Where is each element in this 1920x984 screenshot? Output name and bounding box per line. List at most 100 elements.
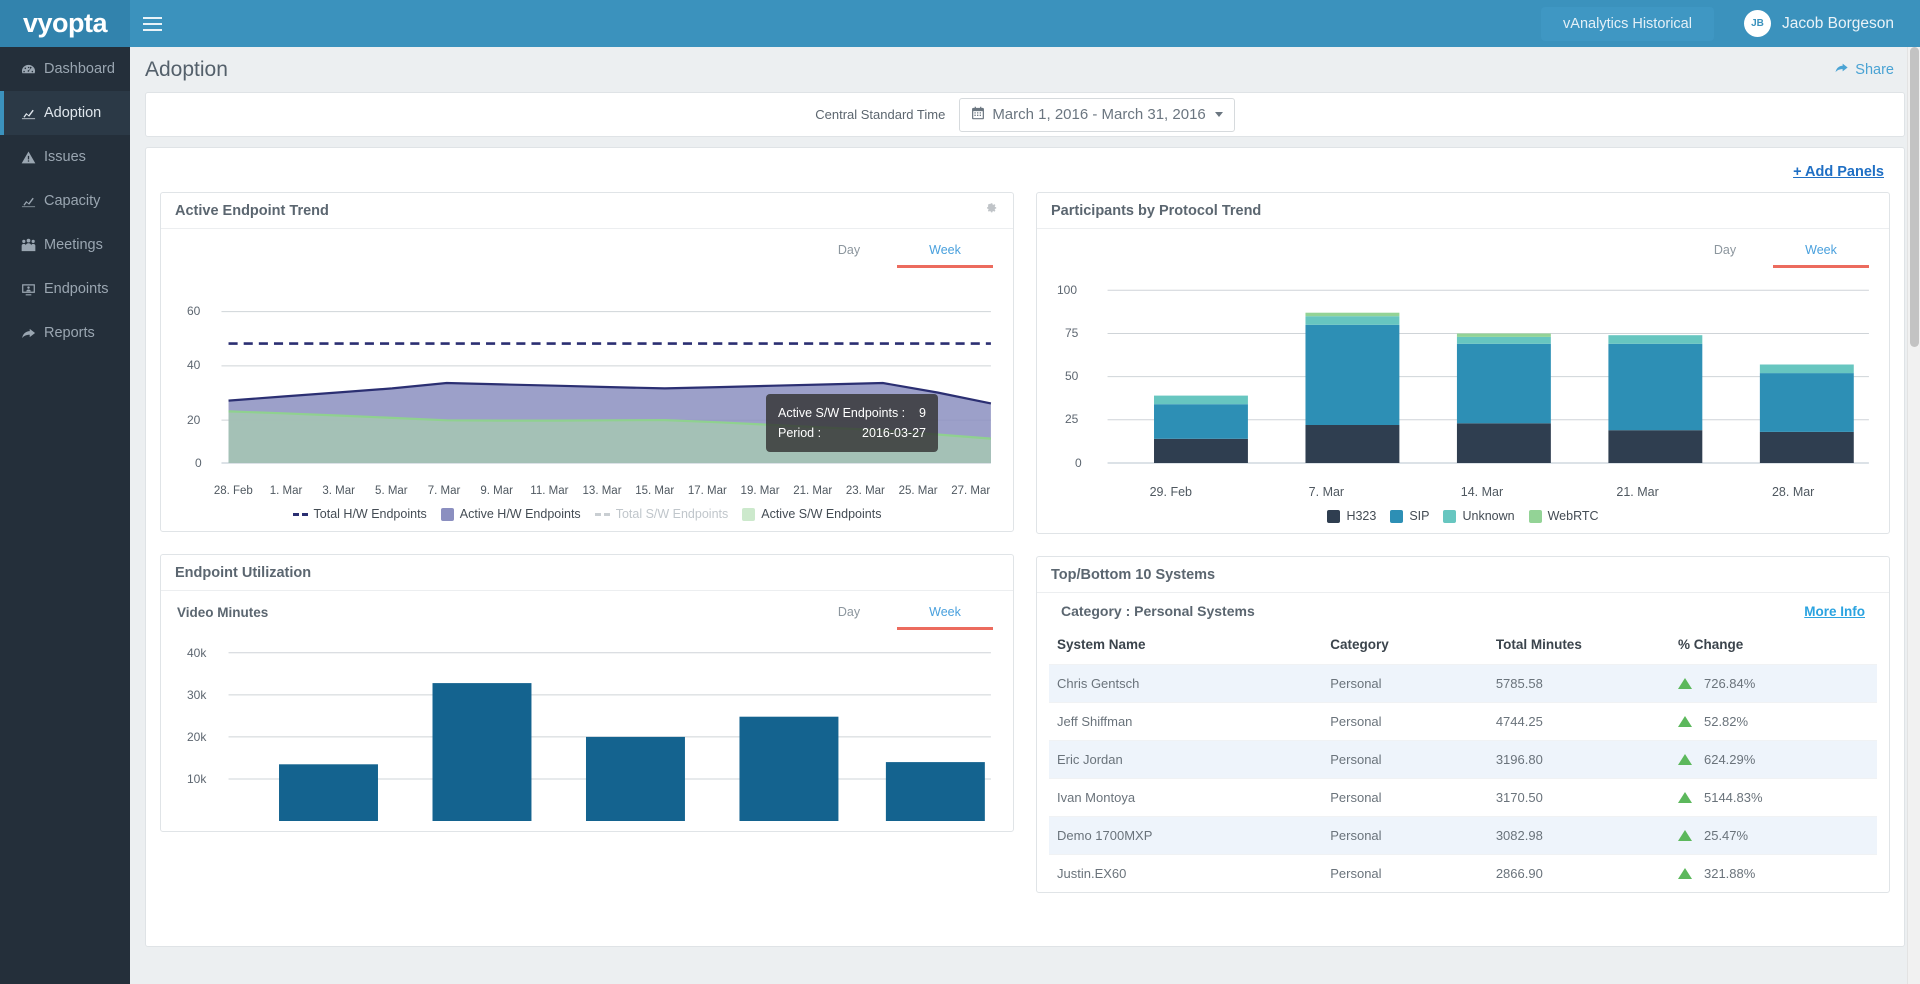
table-header-row: System Name Category Total Minutes % Cha… (1049, 633, 1877, 665)
table-row[interactable]: Chris Gentsch Personal 5785.58 726.84% (1049, 664, 1877, 703)
dashed-line-swatch (292, 512, 308, 516)
table-row[interactable]: Demo 1700MXP Personal 3082.98 25.47% (1049, 816, 1877, 855)
pct-change-value: 624.29% (1703, 752, 1756, 767)
cell-total-minutes: 4744.25 (1487, 702, 1670, 741)
vanalytics-historical-button[interactable]: vAnalytics Historical (1541, 6, 1714, 41)
user-menu[interactable]: JB Jacob Borgeson (1743, 10, 1894, 37)
legend-item-webrtc[interactable]: WebRTC (1528, 509, 1599, 523)
panel-body: Day Week (161, 229, 1013, 531)
pct-change-value: 5144.83% (1703, 790, 1763, 805)
bar (432, 683, 532, 821)
app-shell: Dashboard Adoption Issues Capacity Meeti… (0, 47, 1920, 984)
bar-segment-sip (1154, 404, 1248, 439)
x-tick-label: 14. Mar (1460, 485, 1504, 499)
x-tick-label: 5. Mar (375, 485, 408, 497)
bar-segment-unknown (1456, 336, 1551, 344)
y-tick-label: 20 (187, 413, 201, 427)
panel-body: Video Minutes Day Week 40k 30k 20k 10k (161, 591, 1013, 831)
y-tick-label: 50 (1065, 369, 1079, 383)
bar-segment-h323 (1759, 431, 1854, 463)
bar-segment-unknown (1759, 364, 1854, 374)
legend-item-sip[interactable]: SIP (1390, 509, 1429, 523)
x-tick-label: 21. Mar (793, 485, 833, 497)
gear-icon[interactable] (984, 201, 999, 221)
brand-logo[interactable]: vyopta (0, 0, 130, 47)
chart-svg (221, 311, 992, 464)
legend-item-unknown[interactable]: Unknown (1443, 509, 1515, 523)
y-tick-label: 0 (195, 456, 202, 470)
bar-segment-h323 (1305, 425, 1400, 463)
dashed-line-swatch (594, 512, 610, 516)
monitor-icon (20, 281, 36, 297)
sidebar-item-label: Dashboard (44, 61, 115, 77)
chart-active-endpoint-trend: 60 40 20 0 (173, 268, 1001, 483)
tab-week[interactable]: Week (1773, 237, 1869, 268)
panel-body: Category : Personal Systems More Info Sy… (1037, 593, 1889, 892)
date-range-picker[interactable]: March 1, 2016 - March 31, 2016 (959, 97, 1235, 132)
sidebar-item-capacity[interactable]: Capacity (0, 179, 130, 223)
sidebar-item-endpoints[interactable]: Endpoints (0, 267, 130, 311)
x-tick-label: 1. Mar (269, 485, 303, 497)
bar-segment-h323 (1154, 438, 1248, 463)
color-swatch (1528, 509, 1542, 523)
column-header-pct-change[interactable]: % Change (1670, 633, 1877, 665)
table-row[interactable]: Jeff Shiffman Personal 4744.25 52.82% (1049, 702, 1877, 741)
legend-label: Total S/W Endpoints (615, 507, 729, 521)
legend-item-total-hw[interactable]: Total H/W Endpoints (292, 507, 427, 521)
column-header-total-minutes[interactable]: Total Minutes (1488, 633, 1670, 665)
tab-day[interactable]: Day (1677, 237, 1773, 268)
sidebar-item-adoption[interactable]: Adoption (0, 91, 130, 135)
legend-label: H323 (1346, 509, 1377, 523)
top-bar: vyopta vAnalytics Historical JB Jacob Bo… (0, 0, 1920, 47)
color-swatch (742, 507, 756, 521)
avatar: JB (1743, 10, 1771, 37)
sidebar-item-issues[interactable]: Issues (0, 135, 130, 179)
tab-week[interactable]: Week (897, 237, 993, 268)
legend-item-total-sw[interactable]: Total S/W Endpoints (594, 507, 729, 521)
tab-day[interactable]: Day (801, 237, 897, 268)
scrollbar-thumb[interactable] (1910, 47, 1919, 347)
tab-week[interactable]: Week (897, 599, 993, 630)
panel-title: Participants by Protocol Trend (1051, 202, 1262, 219)
cell-system-name: Ivan Montoya (1049, 778, 1323, 817)
panel-endpoint-utilization: Endpoint Utilization Video Minutes Day W… (160, 554, 1014, 832)
page-title: Adoption (145, 57, 228, 81)
legend-item-h323[interactable]: H323 (1327, 509, 1376, 523)
x-tick-label: 11. Mar (530, 485, 569, 497)
bar (739, 716, 839, 821)
share-button[interactable]: Share (1834, 61, 1894, 79)
sidebar-item-dashboard[interactable]: Dashboard (0, 47, 130, 91)
chart-svg (228, 652, 991, 821)
legend-label: Unknown (1462, 509, 1515, 523)
warning-triangle-icon (20, 149, 36, 165)
add-panels-link[interactable]: + Add Panels (1793, 164, 1884, 180)
table-row[interactable]: Eric Jordan Personal 3196.80 624.29% (1049, 740, 1877, 779)
sidebar-item-meetings[interactable]: Meetings (0, 223, 130, 267)
add-panels-row: + Add Panels (160, 160, 1890, 192)
page-scrollbar[interactable] (1907, 47, 1920, 984)
sidebar-item-label: Endpoints (44, 281, 109, 297)
x-tick-label: 3. Mar (322, 485, 355, 497)
triangle-up-icon (1677, 678, 1692, 689)
systems-table: System Name Category Total Minutes % Cha… (1049, 633, 1877, 892)
sidebar-item-reports[interactable]: Reports (0, 311, 130, 355)
column-header-category[interactable]: Category (1322, 633, 1488, 665)
column-header-system-name[interactable]: System Name (1049, 633, 1322, 665)
color-swatch (1443, 509, 1457, 523)
people-group-icon (20, 237, 36, 253)
hamburger-icon[interactable] (130, 0, 174, 47)
panel-header: Participants by Protocol Trend (1037, 193, 1889, 229)
legend-label: SIP (1409, 509, 1430, 523)
tab-day[interactable]: Day (801, 599, 897, 630)
table-row[interactable]: Justin.EX60 Personal 2866.90 321.88% (1049, 854, 1877, 892)
more-info-link[interactable]: More Info (1804, 604, 1865, 619)
cell-system-name: Eric Jordan (1049, 740, 1323, 779)
x-tick-label: 17. Mar (687, 485, 727, 497)
legend-item-active-hw[interactable]: Active H/W Endpoints (440, 507, 581, 521)
legend-item-active-sw[interactable]: Active S/W Endpoints (742, 507, 881, 521)
cell-pct-change: 52.82% (1669, 702, 1877, 741)
table-row[interactable]: Ivan Montoya Personal 3170.50 5144.83% (1049, 778, 1877, 817)
color-swatch (440, 507, 454, 521)
chart-line-icon (20, 105, 36, 121)
panel-header: Endpoint Utilization (161, 555, 1013, 591)
